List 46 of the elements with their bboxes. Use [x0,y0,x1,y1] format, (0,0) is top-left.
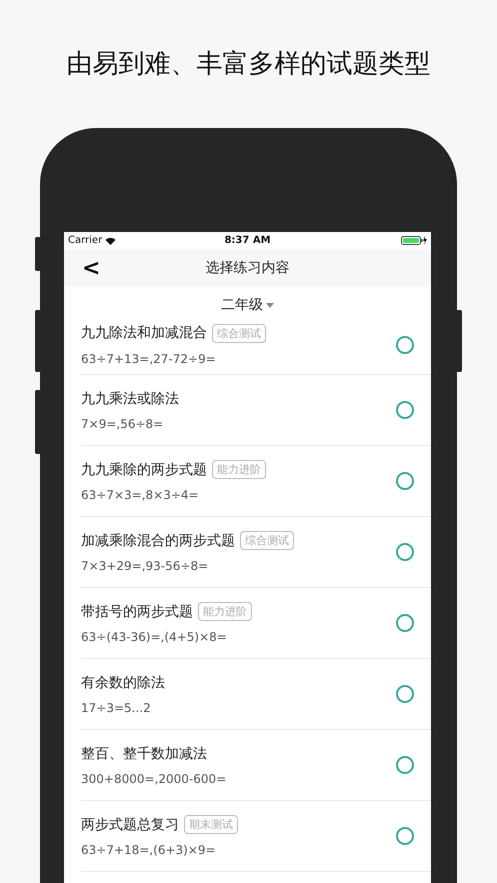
exercise-title: 整百、整千数加减法 [81,744,207,762]
exercise-example: 63÷7+18=,(6+3)×9= [81,843,217,857]
exercise-example: 7×3+29=,93-56÷8= [81,559,210,573]
exercise-row[interactable]: 九九乘法或除法 7×9=,56÷8= [81,375,431,446]
radio-button[interactable] [396,756,414,774]
exercise-title: 九九除法和加减混合 [81,324,207,342]
radio-button[interactable] [396,685,414,703]
exercise-example: 63÷7×3=,8×3÷4= [81,488,200,502]
exercise-tag: 综合测试 [212,324,266,342]
exercise-example: 300+8000=,2000-600= [81,772,228,786]
exercise-tag: 能力进阶 [212,460,266,479]
exercise-row[interactable]: 九九乘除的两步式题 能力进阶 63÷7×3=,8×3÷4= [81,446,431,517]
headline: 由易到难、丰富多样的试题类型 [66,48,432,81]
exercise-title: 有余数的除法 [81,674,165,692]
exercise-title: 九九乘除的两步式题 [81,460,207,478]
battery-icon [401,236,427,245]
exercise-row[interactable]: 有余数的除法 17÷3=5...2 [81,659,431,730]
exercise-row[interactable]: 两步式题总复习 期末测试 63÷7+18=,(6+3)×9= [81,801,431,872]
status-time: 8:37 AM [224,235,271,246]
back-button[interactable]: < [64,256,110,280]
exercise-tag: 综合测试 [240,531,294,550]
caret-icon [266,302,274,308]
wifi-icon [105,236,116,244]
exercise-row[interactable]: 九九除法和加减混合 综合测试 63÷7+13=,27-72÷9= [81,315,431,375]
radio-button[interactable] [396,472,414,490]
exercise-title: 带括号的两步式题 [81,602,193,620]
exercise-row[interactable]: 带括号的两步式题 能力进阶 63÷(43-36)=,(4+5)×8= [81,588,431,659]
exercise-row[interactable]: 整百、整千数加减法 300+8000=,2000-600= [81,730,431,801]
exercise-title: 两步式题总复习 [81,816,179,834]
exercise-example: 63÷(43-36)=,(4+5)×8= [81,630,228,644]
radio-button[interactable] [396,543,414,561]
exercise-example: 7×9=,56÷8= [81,416,164,430]
exercise-tag: 期末测试 [184,815,238,834]
exercise-title: 加减乘除混合的两步式题 [81,532,235,550]
exercise-row[interactable]: 加减乘除混合的两步式题 综合测试 7×3+29=,93-56÷8= [81,517,431,588]
radio-button[interactable] [396,401,414,419]
exercise-example: 63÷7+13=,27-72÷9= [81,352,217,366]
exercise-tag: 能力进阶 [198,602,252,621]
grade-dropdown[interactable]: 二年级 [215,295,280,315]
exercise-example: 17÷3=5...2 [81,700,152,714]
carrier-label: Carrier [68,235,102,246]
page-title: 选择练习内容 [206,259,290,277]
radio-button[interactable] [396,614,414,632]
radio-button[interactable] [396,827,414,845]
exercise-title: 九九乘法或除法 [81,390,179,408]
radio-button[interactable] [396,336,414,354]
